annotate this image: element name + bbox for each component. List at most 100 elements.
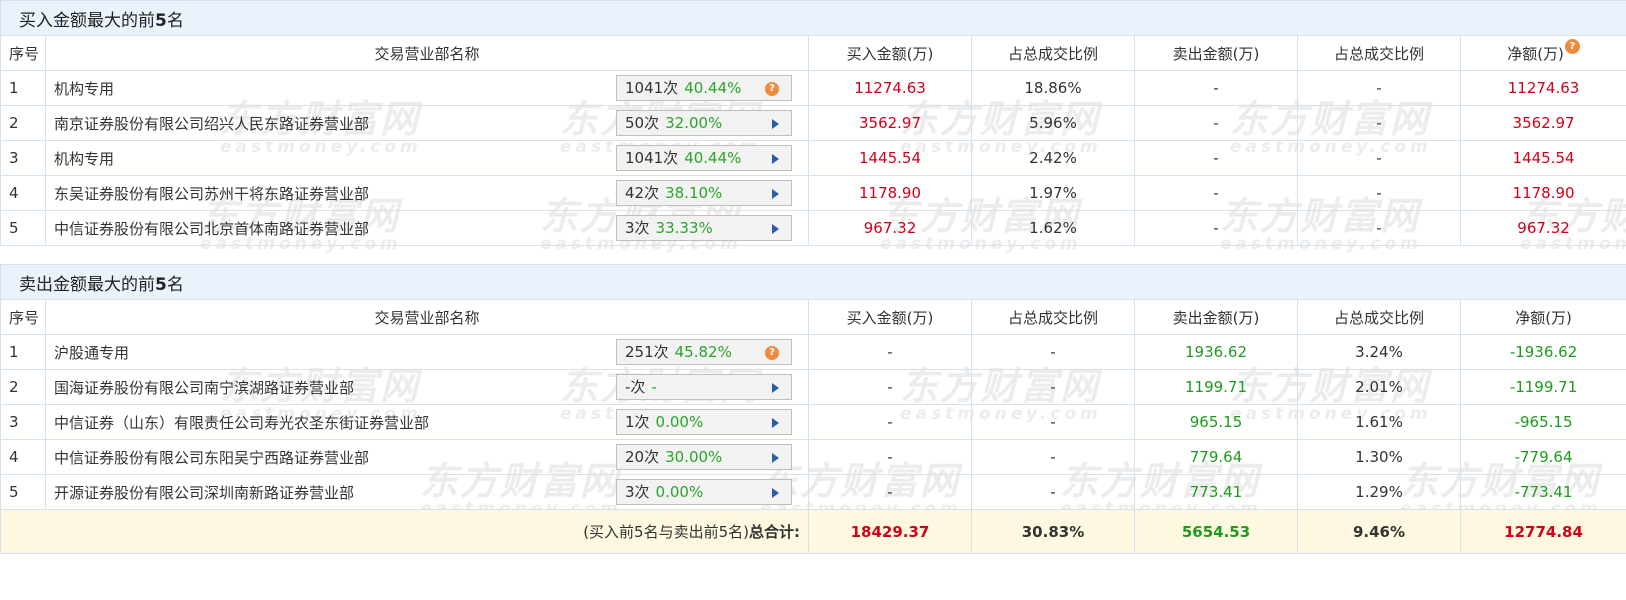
row-index: 2 (0, 105, 46, 141)
sell-title-num: 5 (155, 274, 167, 295)
sell-ratio: 3.24% (1297, 334, 1461, 370)
buy-amount: 1178.90 (808, 175, 972, 211)
arrow-right-icon[interactable] (772, 488, 779, 498)
net-amount: 967.32 (1459, 210, 1626, 246)
broker-count: 3次 (625, 219, 650, 237)
broker-name[interactable]: 南京证券股份有限公司绍兴人民东路证券营业部 (54, 113, 369, 134)
header-sell: 卖出金额(万) (1134, 299, 1298, 335)
sell-ratio: - (1297, 105, 1461, 141)
table-row[interactable]: 3 中信证券（山东）有限责任公司寿光农圣东街证券营业部 1次 0.00% - -965.1… (0, 404, 1626, 440)
broker-name-cell: 中信证券股份有限公司北京首体南路证券营业部 3次 33.33% (45, 210, 809, 246)
sell-amount: - (1134, 210, 1298, 246)
broker-name[interactable]: 东吴证券股份有限公司苏州干将东路证券营业部 (54, 183, 369, 204)
sell-amount: 1199.71 (1134, 369, 1298, 405)
broker-win-rate: 45.82% (674, 343, 732, 361)
broker-stats-badge[interactable]: 20次 30.00% (616, 444, 792, 470)
broker-name-cell: 沪股通专用 251次 45.82%? (45, 334, 809, 370)
broker-count: 1041次 (625, 149, 679, 167)
broker-name[interactable]: 中信证券（山东）有限责任公司寿光农圣东街证券营业部 (54, 412, 429, 433)
net-amount: 11274.63 (1459, 70, 1626, 106)
buy-amount: 3562.97 (808, 105, 972, 141)
broker-count: 251次 (625, 343, 669, 361)
table-row[interactable]: 2 南京证券股份有限公司绍兴人民东路证券营业部 50次 32.00% 3562.97 5.… (0, 105, 1626, 141)
table-row[interactable]: 5 中信证券股份有限公司北京首体南路证券营业部 3次 33.33% 967.32 1.62… (0, 210, 1626, 246)
sell-amount: - (1134, 70, 1298, 106)
buy-ratio: 1.97% (971, 175, 1135, 211)
arrow-right-icon[interactable] (772, 119, 779, 129)
table-row[interactable]: 3 机构专用 1041次 40.44% 1445.54 2.42% - -1445.54 (0, 140, 1626, 176)
broker-name-cell: 开源证券股份有限公司深圳南新路证券营业部 3次 0.00% (45, 474, 809, 510)
broker-count: 50次 (625, 114, 660, 132)
sell-ratio: - (1297, 175, 1461, 211)
broker-name[interactable]: 国海证券股份有限公司南宁滨湖路证券营业部 (54, 377, 354, 398)
sell-amount: 965.15 (1134, 404, 1298, 440)
header-net: 净额(万)? (1459, 35, 1626, 71)
arrow-right-icon[interactable] (772, 154, 779, 164)
broker-win-rate: 32.00% (665, 114, 723, 132)
row-index: 5 (0, 210, 46, 246)
broker-stats-badge[interactable]: 42次 38.10% (616, 180, 792, 206)
broker-name[interactable]: 机构专用 (54, 78, 114, 99)
row-index: 5 (0, 474, 46, 510)
table-row[interactable]: 1 沪股通专用 251次 45.82%? - -1936.62 3.24% -1936.62 (0, 334, 1626, 370)
total-buy: 18429.37 (808, 509, 972, 554)
buy-ratio: - (971, 439, 1135, 475)
total-row: (买入前5名与卖出前5名)总合计: 18429.37 30.83% 5654.5… (0, 509, 1626, 554)
broker-stats-badge[interactable]: 3次 0.00% (616, 479, 792, 505)
broker-name[interactable]: 中信证券股份有限公司东阳吴宁西路证券营业部 (54, 447, 369, 468)
header-buy-ratio: 占总成交比例 (971, 299, 1135, 335)
sell-ratio: - (1297, 210, 1461, 246)
broker-name-cell: 东吴证券股份有限公司苏州干将东路证券营业部 42次 38.10% (45, 175, 809, 211)
broker-stats-badge[interactable]: 1041次 40.44% (616, 145, 792, 171)
net-amount: 1445.54 (1459, 140, 1626, 176)
broker-count: 42次 (625, 184, 660, 202)
table-row[interactable]: 4 中信证券股份有限公司东阳吴宁西路证券营业部 20次 30.00% - -779.64 1… (0, 439, 1626, 475)
broker-win-rate: 40.44% (684, 149, 742, 167)
buy-section-title-row: 买入金额最大的前5名 (0, 0, 1626, 36)
broker-win-rate: 40.44% (684, 79, 742, 97)
arrow-right-icon[interactable] (772, 383, 779, 393)
header-idx: 序号 (0, 35, 46, 71)
broker-name[interactable]: 机构专用 (54, 148, 114, 169)
table-row[interactable]: 4 东吴证券股份有限公司苏州干将东路证券营业部 42次 38.10% 1178.90 1.… (0, 175, 1626, 211)
net-amount: -1199.71 (1459, 369, 1626, 405)
table-row[interactable]: 1 机构专用 1041次 40.44%? 11274.63 18.86% - -11274.6… (0, 70, 1626, 106)
row-index: 1 (0, 70, 46, 106)
buy-amount: 1445.54 (808, 140, 972, 176)
net-amount: 1178.90 (1459, 175, 1626, 211)
question-icon[interactable]: ? (765, 346, 779, 360)
broker-name-cell: 国海证券股份有限公司南宁滨湖路证券营业部 -次 - (45, 369, 809, 405)
total-sell: 5654.53 (1134, 509, 1298, 554)
header-idx: 序号 (0, 299, 46, 335)
total-label-prefix: (买入前5名与卖出前5名) (583, 523, 749, 541)
header-buy-ratio: 占总成交比例 (971, 35, 1135, 71)
arrow-right-icon[interactable] (772, 189, 779, 199)
broker-count: 20次 (625, 448, 660, 466)
broker-name[interactable]: 沪股通专用 (54, 342, 129, 363)
arrow-right-icon[interactable] (772, 224, 779, 234)
broker-win-rate: 33.33% (655, 219, 713, 237)
question-icon[interactable]: ? (1564, 38, 1580, 54)
buy-title-num: 5 (155, 10, 167, 31)
row-index: 3 (0, 404, 46, 440)
buy-amount: 11274.63 (808, 70, 972, 106)
buy-ratio: 5.96% (971, 105, 1135, 141)
broker-stats-badge[interactable]: 50次 32.00% (616, 110, 792, 136)
broker-count: 1041次 (625, 79, 679, 97)
question-icon[interactable]: ? (765, 82, 779, 96)
broker-stats-badge[interactable]: 1041次 40.44%? (616, 75, 792, 101)
broker-stats-badge[interactable]: 3次 33.33% (616, 215, 792, 241)
broker-win-rate: 30.00% (665, 448, 723, 466)
broker-stats-badge[interactable]: -次 - (616, 374, 792, 400)
table-row[interactable]: 5 开源证券股份有限公司深圳南新路证券营业部 3次 0.00% - -773.41 1.29… (0, 474, 1626, 510)
total-buy-ratio: 30.83% (971, 509, 1135, 554)
broker-name[interactable]: 开源证券股份有限公司深圳南新路证券营业部 (54, 482, 354, 503)
arrow-right-icon[interactable] (772, 453, 779, 463)
net-amount: -779.64 (1459, 439, 1626, 475)
broker-count: 1次 (625, 413, 650, 431)
table-row[interactable]: 2 国海证券股份有限公司南宁滨湖路证券营业部 -次 - - -1199.71 2.01% -1… (0, 369, 1626, 405)
broker-name[interactable]: 中信证券股份有限公司北京首体南路证券营业部 (54, 218, 369, 239)
broker-stats-badge[interactable]: 1次 0.00% (616, 409, 792, 435)
arrow-right-icon[interactable] (772, 418, 779, 428)
broker-stats-badge[interactable]: 251次 45.82%? (616, 339, 792, 365)
